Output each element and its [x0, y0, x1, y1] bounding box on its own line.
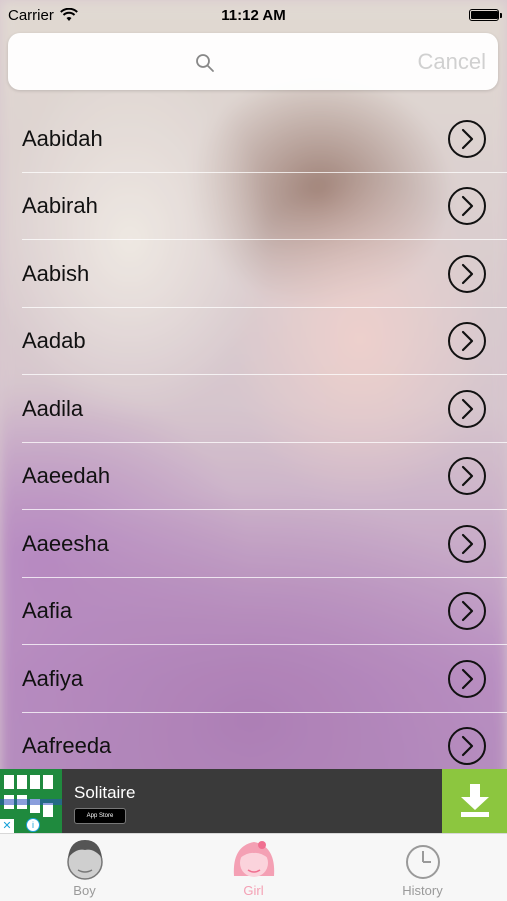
name-label: Aabidah [22, 125, 103, 151]
tab-bar: Boy Girl History [0, 833, 507, 901]
name-label: Aaeesha [22, 530, 109, 556]
ad-download-button[interactable] [442, 769, 507, 833]
name-label: Aafia [22, 598, 73, 624]
chevron-right-icon[interactable] [447, 726, 487, 766]
name-row[interactable]: Aaeesha [0, 510, 507, 578]
clock-icon [405, 845, 440, 879]
carrier-label: Carrier [8, 6, 54, 24]
chevron-right-icon[interactable] [447, 389, 487, 429]
name-row[interactable]: Aafia [0, 578, 507, 645]
chevron-right-icon[interactable] [447, 119, 487, 159]
ad-info-icon[interactable]: i [26, 818, 40, 832]
ad-close-icon[interactable]: ✕ [0, 819, 14, 833]
download-arrow-icon [460, 784, 489, 817]
search-input[interactable] [16, 43, 420, 83]
search-icon [196, 54, 214, 72]
chevron-right-icon[interactable] [447, 321, 487, 361]
name-list: Aabidah Aabirah Aabish Aadab Aadila Aaeedah Aa… [0, 105, 507, 780]
name-row[interactable]: Aafiya [0, 645, 507, 713]
tab-boy-label: Boy [73, 883, 96, 898]
wifi-icon [59, 8, 78, 21]
tab-boy[interactable]: Boy [0, 834, 169, 901]
name-row[interactable]: Aadab [0, 308, 507, 375]
name-label: Aabish [22, 260, 90, 286]
chevron-right-icon[interactable] [447, 524, 487, 564]
name-label: Aafiya [22, 665, 84, 691]
name-label: Aafreeda [22, 733, 112, 759]
chevron-right-icon[interactable] [447, 659, 487, 699]
chevron-right-icon[interactable] [447, 456, 487, 496]
tab-girl-label: Girl [243, 883, 264, 898]
name-row[interactable]: Aaeedah [0, 443, 507, 510]
name-row[interactable]: Aadila [0, 375, 507, 443]
tab-history-label: History [402, 883, 443, 898]
app-store-badge[interactable]: App Store [74, 808, 126, 824]
search-bar: Cancel [8, 33, 498, 90]
chevron-right-icon[interactable] [447, 254, 487, 294]
name-label: Aadila [22, 395, 84, 421]
cancel-button[interactable]: Cancel [418, 49, 486, 75]
tab-girl[interactable]: Girl [169, 834, 338, 901]
chevron-right-icon[interactable] [447, 186, 487, 226]
name-row[interactable]: Aabidah [0, 105, 507, 173]
name-label: Aabirah [22, 193, 98, 219]
name-row[interactable]: Aabish [0, 240, 507, 308]
ad-banner[interactable]: ✕ i Solitaire App Store [0, 769, 507, 833]
status-bar: Carrier 11:12 AM [0, 0, 507, 30]
battery-icon [469, 9, 502, 21]
battery-level [471, 11, 498, 19]
name-label: Aadab [22, 328, 86, 354]
chevron-right-icon[interactable] [447, 591, 487, 631]
ad-title: Solitaire [74, 783, 136, 802]
name-label: Aaeedah [22, 463, 111, 489]
tab-history[interactable]: History [338, 834, 507, 901]
girl-face-icon [233, 841, 274, 877]
boy-face-icon [66, 840, 103, 880]
name-row[interactable]: Aabirah [0, 173, 507, 240]
